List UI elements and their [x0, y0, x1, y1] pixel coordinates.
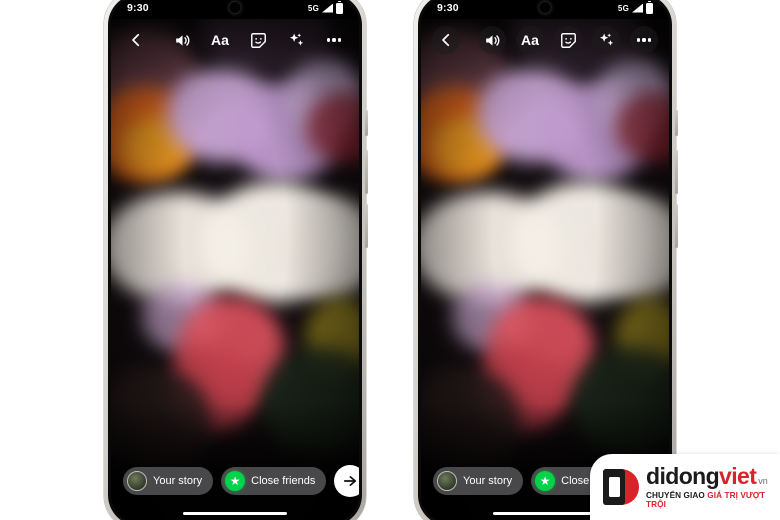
- chevron-left-icon[interactable]: [432, 26, 460, 54]
- your-story-button[interactable]: Your story: [123, 467, 214, 495]
- phone-screen: 9:30 5G: [421, 0, 669, 520]
- punch-hole-camera-icon: [229, 2, 241, 13]
- didongviet-logo-icon: [603, 469, 639, 505]
- phone-left: 9:30 5G Aa Your story ★ Close friends: [104, 0, 368, 520]
- phone-screen: 9:30 5G: [111, 0, 359, 520]
- watermark-tagline-black: CHUYỂN GIAO: [646, 491, 705, 500]
- status-bar-network: 5G: [617, 3, 629, 13]
- phone-bezel: 9:30 5G: [108, 0, 362, 520]
- story-toolbar: Aa: [111, 23, 359, 57]
- sticker-icon[interactable]: [247, 29, 269, 51]
- phone-side-button[interactable]: [365, 110, 368, 136]
- arrow-right-icon: [344, 476, 357, 486]
- watermark-text: didong viet vn CHUYỂN GIAO GIÁ TRỊ VƯỢT …: [646, 463, 780, 510]
- phone-right: 9:30 5G Aa Your story ★ Close: [414, 0, 678, 520]
- phone-volume-up-button[interactable]: [365, 150, 368, 194]
- story-toolbar: Aa: [421, 23, 669, 57]
- text-icon[interactable]: Aa: [209, 29, 231, 51]
- volume-icon[interactable]: [171, 29, 193, 51]
- effects-icon[interactable]: [285, 29, 307, 51]
- user-avatar: [437, 471, 457, 491]
- close-friends-button[interactable]: ★ Close friends: [221, 467, 327, 495]
- battery-icon: [646, 0, 653, 14]
- story-audience-bar: Your story ★ Close friends: [111, 465, 359, 497]
- star-icon: ★: [535, 471, 556, 491]
- battery-icon: [336, 0, 343, 14]
- text-icon-label: Aa: [211, 32, 229, 48]
- watermark-domain: vn: [758, 476, 768, 486]
- home-indicator: [493, 511, 597, 515]
- your-story-label: Your story: [463, 475, 513, 487]
- watermark-tagline: CHUYỂN GIAO GIÁ TRỊ VƯỢT TRỘI: [646, 491, 780, 509]
- story-photo: [111, 0, 359, 520]
- phone-volume-down-button[interactable]: [365, 204, 368, 248]
- status-bar-network: 5G: [307, 3, 319, 13]
- story-photo: [421, 0, 669, 520]
- home-indicator: [183, 511, 287, 515]
- phone-volume-up-button[interactable]: [675, 150, 678, 194]
- more-options-icon[interactable]: [323, 29, 345, 51]
- phone-volume-down-button[interactable]: [675, 204, 678, 248]
- effects-icon[interactable]: [592, 26, 620, 54]
- didongviet-watermark: didong viet vn CHUYỂN GIAO GIÁ TRỊ VƯỢT …: [590, 454, 780, 520]
- chevron-left-icon[interactable]: [125, 29, 147, 51]
- sticker-icon[interactable]: [554, 26, 582, 54]
- punch-hole-camera-icon: [539, 2, 551, 13]
- phone-side-button[interactable]: [675, 110, 678, 136]
- watermark-brand-first: didong: [646, 463, 720, 489]
- user-avatar: [127, 471, 147, 491]
- status-bar-time: 9:30: [437, 2, 459, 14]
- volume-icon[interactable]: [478, 26, 506, 54]
- phone-bezel: 9:30 5G: [418, 0, 672, 520]
- close-friends-label: Close friends: [251, 475, 316, 487]
- signal-bars-icon: [632, 3, 643, 13]
- text-icon-label: Aa: [521, 32, 539, 48]
- more-options-icon[interactable]: [630, 26, 658, 54]
- text-icon[interactable]: Aa: [516, 26, 544, 54]
- status-bar-time: 9:30: [127, 2, 149, 14]
- watermark-brand-second: viet: [719, 463, 757, 489]
- star-icon: ★: [225, 471, 246, 491]
- screenshot-stage: 9:30 5G Aa Your story ★ Close friends 9:…: [0, 0, 780, 520]
- your-story-button[interactable]: Your story: [433, 467, 524, 495]
- signal-bars-icon: [322, 3, 333, 13]
- your-story-label: Your story: [153, 475, 203, 487]
- send-button[interactable]: [334, 465, 359, 497]
